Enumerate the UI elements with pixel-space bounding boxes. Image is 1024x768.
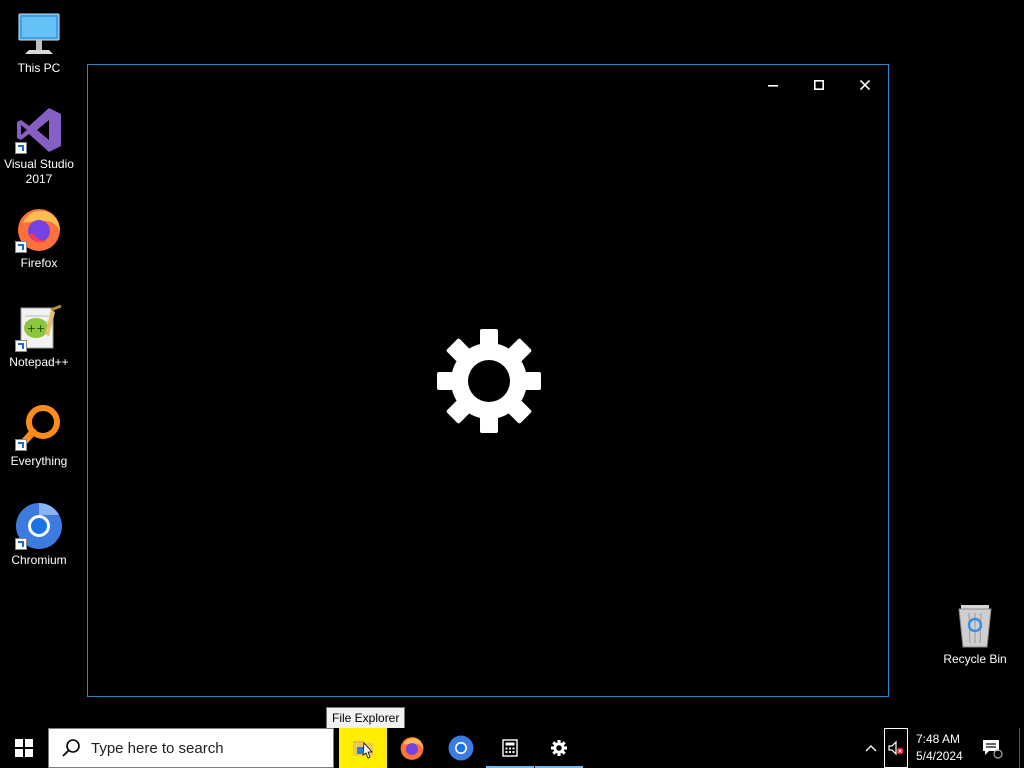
close-button[interactable] — [842, 69, 888, 101]
desktop-icon-this-pc[interactable]: This PC — [1, 10, 77, 76]
clock-time: 7:48 AM — [916, 732, 961, 746]
shortcut-arrow-icon — [15, 439, 27, 451]
shortcut-arrow-icon — [15, 241, 27, 253]
settings-window[interactable] — [87, 64, 889, 697]
shortcut-arrow-icon — [15, 142, 27, 154]
shortcut-arrow-icon — [15, 340, 27, 352]
volume-muted-icon — [888, 740, 904, 756]
desktop-icon-label: Firefox — [20, 256, 58, 270]
desktop-icon-recycle-bin[interactable]: Recycle Bin — [937, 601, 1013, 667]
show-hidden-icons-button[interactable] — [860, 728, 882, 768]
taskbar-settings[interactable] — [535, 728, 583, 768]
show-desktop-button[interactable] — [1019, 728, 1024, 768]
search-input[interactable] — [89, 738, 323, 758]
maximize-icon — [814, 80, 824, 90]
desktop-icon-label: Chromium — [11, 553, 67, 567]
desktop-icon-label: Recycle Bin — [943, 652, 1007, 666]
maximize-button[interactable] — [796, 69, 842, 101]
svg-text:++: ++ — [27, 322, 45, 335]
file-explorer-tooltip: File Explorer — [326, 707, 406, 729]
desktop-icon-label: Everything — [10, 454, 68, 468]
visual-studio-icon — [15, 106, 63, 154]
desktop-icon-label: Notepad++ — [9, 355, 69, 369]
minimize-icon — [768, 85, 778, 87]
close-icon — [860, 80, 870, 90]
taskbar-search-box[interactable] — [48, 728, 334, 768]
volume-button[interactable] — [884, 728, 908, 768]
search-icon — [62, 739, 80, 757]
taskbar-chromium[interactable] — [437, 728, 485, 768]
desktop-icon-label: This PC — [17, 61, 61, 75]
computer-icon — [15, 10, 63, 58]
desktop-icon-chromium[interactable]: Chromium — [1, 502, 77, 568]
taskbar-firefox[interactable] — [388, 728, 436, 768]
desktop-icon-notepad-plus-plus[interactable]: ++ Notepad++ — [1, 304, 77, 370]
desktop: This PC Visual Studio 2017 Firefox ++ No… — [0, 0, 1024, 729]
everything-search-icon — [15, 403, 63, 451]
taskbar-calculator[interactable] — [486, 728, 534, 768]
taskbar: 7:48 AM 5/4/2024 — [0, 728, 1024, 768]
desktop-icon-firefox[interactable]: Firefox — [1, 205, 77, 271]
calculator-icon — [502, 739, 518, 757]
gear-icon — [551, 740, 567, 756]
clock-date: 5/4/2024 — [916, 749, 963, 763]
minimize-button[interactable] — [750, 69, 796, 101]
notification-icon — [983, 740, 1003, 759]
desktop-icon-visual-studio[interactable]: Visual Studio 2017 — [1, 106, 77, 187]
recycle-bin-icon — [951, 601, 999, 649]
folder-icon — [353, 741, 373, 759]
gear-icon — [437, 329, 541, 433]
desktop-icon-everything[interactable]: Everything — [1, 403, 77, 469]
chromium-icon — [448, 735, 474, 761]
chromium-icon — [15, 502, 63, 550]
firefox-icon — [400, 737, 424, 760]
chevron-up-icon — [865, 745, 877, 752]
shortcut-arrow-icon — [15, 538, 27, 550]
action-center-button[interactable] — [976, 728, 1008, 768]
notepad-plus-plus-icon: ++ — [15, 304, 63, 352]
start-button[interactable] — [0, 728, 48, 768]
firefox-icon — [15, 205, 63, 253]
taskbar-file-explorer[interactable] — [339, 728, 387, 768]
windows-logo-icon — [15, 739, 33, 757]
taskbar-clock[interactable]: 7:48 AM 5/4/2024 — [910, 728, 974, 768]
desktop-icon-label: Visual Studio 2017 — [4, 157, 74, 186]
